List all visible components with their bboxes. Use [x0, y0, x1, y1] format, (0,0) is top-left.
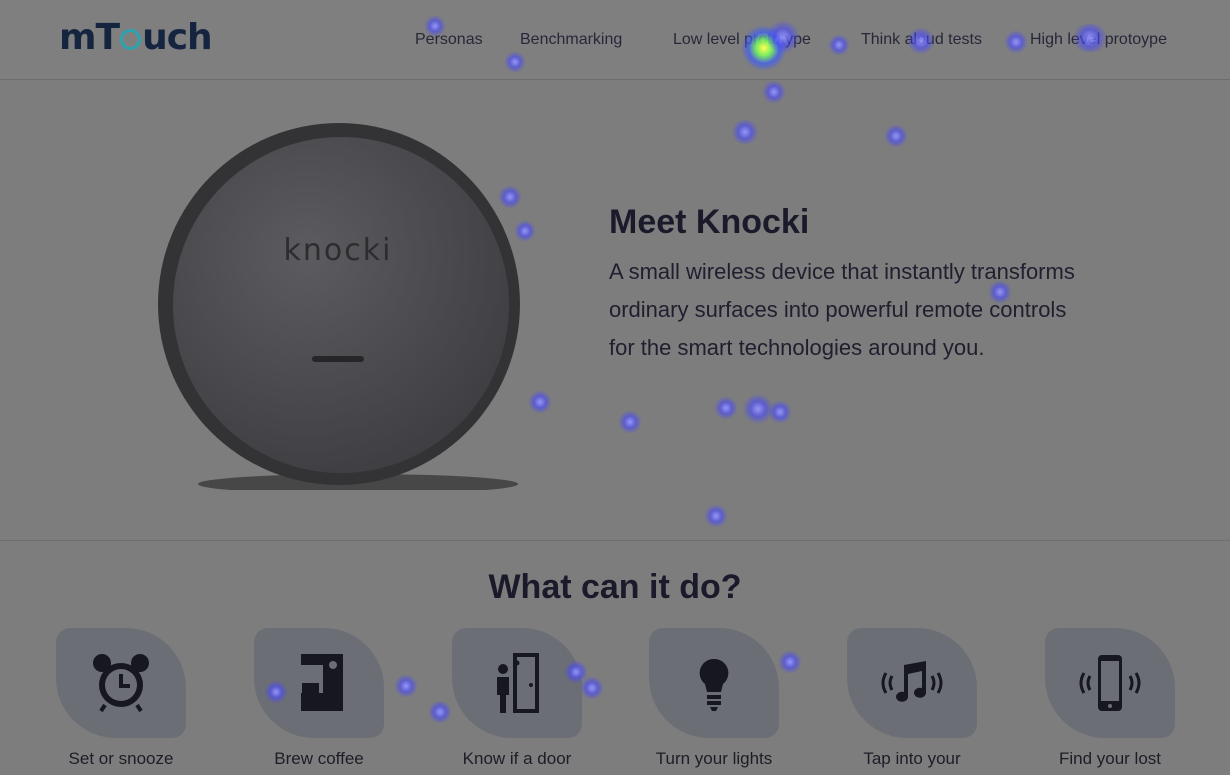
feature-lights-label: Turn your lights	[655, 749, 773, 768]
nav-link-benchmarking[interactable]: Benchmarking	[520, 29, 622, 51]
coffee-maker-icon	[301, 654, 343, 711]
main-nav: Personas Benchmarking Low level prototyp…	[0, 29, 1230, 51]
nav-link-personas[interactable]: Personas	[415, 29, 483, 51]
feature-alarm-label: Set or snooze	[68, 749, 174, 768]
music-icon	[881, 661, 943, 702]
features-title: What can it do?	[488, 568, 742, 606]
hero-title: Meet Knocki	[609, 203, 810, 241]
nav-link-think-aloud-tests[interactable]: Think aloud tests	[861, 29, 982, 51]
feature-coffee-label: Brew coffee	[274, 749, 364, 768]
lightbulb-icon	[699, 658, 729, 711]
hero-description: A small wireless device that instantly t…	[609, 259, 1075, 360]
alarm-clock-icon	[93, 654, 149, 713]
knocki-device-image: knocki	[158, 123, 520, 490]
nav-link-high-level-prototype[interactable]: High level protoype	[1030, 29, 1167, 51]
door-knock-icon	[497, 653, 539, 713]
feature-phone-label: Find your lost	[1058, 749, 1162, 768]
phone-vibrate-icon	[1079, 655, 1141, 711]
nav-link-low-level-prototype[interactable]: Low level prototype	[673, 29, 811, 51]
site-header: mT uch Personas Benchmarking Low level pr…	[0, 0, 1230, 80]
feature-door-label: Know if a door	[462, 749, 572, 768]
svg-text:knocki: knocki	[284, 233, 393, 268]
feature-music-label: Tap into your	[863, 749, 961, 768]
